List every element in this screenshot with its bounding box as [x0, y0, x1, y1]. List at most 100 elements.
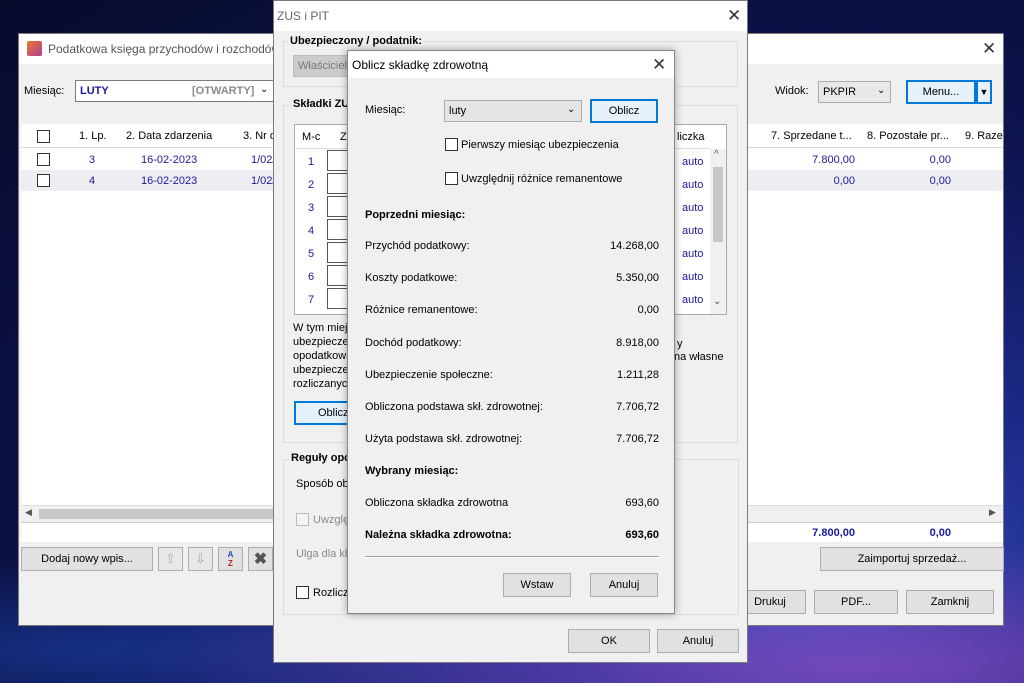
result-label: Obliczona podstawa skł. zdrowotnej:	[365, 401, 543, 413]
scrollbar-thumb[interactable]	[713, 167, 723, 242]
sort-az-icon: AZ	[227, 550, 234, 568]
chevron-down-icon: ⌄	[877, 85, 886, 96]
pdf-button[interactable]: PDF...	[814, 590, 898, 614]
result-value: 14.268,00	[610, 240, 659, 252]
owner-select: Właściciel	[293, 55, 353, 77]
main-close-icon[interactable]: ✕	[982, 40, 996, 57]
month-status: [OTWARTY]	[192, 85, 255, 97]
inventory-checkbox[interactable]	[445, 172, 458, 185]
delete-x-icon: ✖	[253, 551, 268, 568]
add-entry-button[interactable]: Dodaj nowy wpis...	[21, 547, 153, 571]
col-header-lp[interactable]: 1. Lp.	[79, 130, 107, 142]
inventory-label: Uwzględnij różnice remanentowe	[461, 173, 623, 185]
info-line: W tym miejs	[293, 322, 353, 334]
insured-section-label: Ubezpieczony / podatnik:	[288, 35, 425, 47]
info-text-right: y	[677, 338, 683, 350]
scroll-down-icon[interactable]: ⌄	[713, 296, 721, 307]
scroll-up-icon[interactable]: ^	[714, 149, 719, 160]
col-header-right: liczka	[677, 131, 705, 143]
consider-label: Uwzglę	[313, 514, 350, 526]
close-button[interactable]: Zamknij	[906, 590, 994, 614]
insert-button[interactable]: Wstaw	[503, 573, 571, 597]
total-sold: 7.800,00	[812, 527, 855, 539]
calc-button-label: Oblicz	[318, 407, 349, 419]
month-input[interactable]	[327, 288, 349, 309]
scroll-left-icon[interactable]: ◀	[25, 507, 32, 518]
dialog-month-select[interactable]: luty ⌄	[444, 100, 582, 122]
month-input[interactable]	[327, 196, 349, 217]
result-label: Dochód podatkowy:	[365, 337, 462, 349]
menu-button[interactable]: Menu...	[906, 80, 976, 104]
view-select-value: PKPIR	[823, 86, 857, 98]
month-input[interactable]	[327, 173, 349, 194]
vertical-scrollbar[interactable]: ^ ⌄	[710, 149, 726, 314]
auto-label: auto	[682, 248, 704, 260]
scroll-right-icon[interactable]: ▶	[989, 507, 996, 518]
month-row-number: 2	[308, 179, 315, 191]
col-header-sold[interactable]: 7. Sprzedane t...	[771, 130, 852, 142]
dialog-calc-button[interactable]: Oblicz	[590, 99, 658, 123]
settle-checkbox[interactable]	[296, 586, 309, 599]
month-select[interactable]: LUTY [OTWARTY] ⌄	[75, 80, 275, 102]
col-header-z: Z	[340, 131, 347, 143]
method-label: Sposób ob	[296, 478, 349, 490]
zus-close-icon[interactable]: ✕	[727, 7, 741, 24]
main-window-title: Podatkowa księga przychodów i rozchodów	[48, 42, 281, 56]
auto-label: auto	[682, 271, 704, 283]
col-header-date[interactable]: 2. Data zdarzenia	[126, 130, 212, 142]
month-input[interactable]	[327, 265, 349, 286]
sort-button[interactable]: AZ	[218, 547, 243, 571]
month-input[interactable]	[327, 242, 349, 263]
auto-label: auto	[682, 202, 704, 214]
row-lp: 4	[89, 175, 96, 187]
result-value: 7.706,72	[616, 433, 659, 445]
consider-checkbox[interactable]	[296, 513, 309, 526]
result-label: Użyta podstawa skł. zdrowotnej:	[365, 433, 523, 445]
month-input[interactable]	[327, 150, 349, 171]
scrollbar-thumb[interactable]	[39, 509, 279, 519]
row-checkbox[interactable]	[37, 153, 50, 166]
insert-button-label: Wstaw	[520, 579, 554, 591]
selected-month-header: Wybrany miesiąc:	[365, 465, 459, 477]
due-fee-label: Należna składka zdrowotna:	[365, 529, 512, 541]
dropdown-arrow-icon: ▼	[979, 87, 989, 97]
import-sales-button[interactable]: Zaimportuj sprzedaż...	[820, 547, 1004, 571]
menu-dropdown-button[interactable]: ▼	[976, 80, 992, 104]
chevron-down-icon: ⌄	[567, 104, 576, 115]
select-all-checkbox[interactable]	[37, 130, 50, 143]
col-header-total[interactable]: 9. Raze	[965, 130, 1003, 142]
result-label: Ubezpieczenie społeczne:	[365, 369, 493, 381]
zus-cancel-button[interactable]: Anuluj	[657, 629, 739, 653]
owner-value: Właściciel	[298, 60, 347, 72]
month-input[interactable]	[327, 219, 349, 240]
due-fee-value: 693,60	[625, 529, 659, 541]
month-row-number: 7	[308, 294, 315, 306]
dialog-calc-button-label: Oblicz	[608, 105, 640, 117]
relief-label: Ulga dla kl	[296, 548, 348, 560]
dialog-month-label: Miesiąc:	[365, 104, 406, 116]
health-contribution-dialog: Oblicz składkę zdrowotną ✕ Miesiąc: luty…	[347, 50, 675, 614]
month-label: Miesiąc:	[24, 85, 65, 97]
view-select[interactable]: PKPIR ⌄	[818, 81, 891, 103]
row-date: 16-02-2023	[141, 175, 198, 187]
dialog-titlebar: Oblicz składkę zdrowotną ✕	[348, 51, 674, 78]
dialog-close-icon[interactable]: ✕	[652, 56, 666, 73]
dialog-cancel-button[interactable]: Anuluj	[590, 573, 658, 597]
delete-button[interactable]: ✖	[248, 547, 273, 571]
rules-section-label: Reguły opo	[289, 452, 353, 464]
result-label: Przychód podatkowy:	[365, 240, 470, 252]
calc-contributions-button[interactable]: Oblicz	[294, 401, 352, 425]
result-value: 1.211,28	[616, 369, 659, 381]
zus-ok-button[interactable]: OK	[568, 629, 650, 653]
total-other: 0,00	[929, 527, 951, 539]
row-checkbox[interactable]	[37, 174, 50, 187]
first-month-checkbox[interactable]	[445, 138, 458, 151]
move-up-button[interactable]: ⇧	[158, 547, 183, 571]
row-nr: 1/02/	[251, 154, 276, 166]
move-down-button[interactable]: ⇩	[188, 547, 213, 571]
result-value: 0,00	[637, 304, 659, 316]
col-header-other[interactable]: 8. Pozostałe pr...	[867, 130, 949, 142]
col-header-nr[interactable]: 3. Nr d	[243, 130, 276, 142]
cancel-button-label: Anuluj	[682, 635, 714, 647]
close-button-label: Zamknij	[930, 596, 970, 608]
